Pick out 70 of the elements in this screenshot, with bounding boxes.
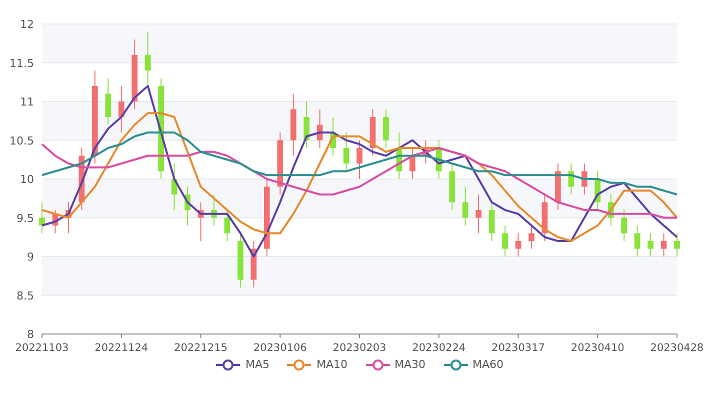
candlestick xyxy=(224,210,230,242)
candlestick xyxy=(621,210,627,242)
legend-label[interactable]: MA30 xyxy=(394,358,426,371)
legend-line-icon[interactable] xyxy=(366,358,390,370)
candlestick xyxy=(304,101,310,148)
candlestick xyxy=(211,194,217,226)
legend-line-icon[interactable] xyxy=(444,358,468,370)
candlestick xyxy=(118,86,124,133)
candlestick xyxy=(171,163,178,210)
legend-label[interactable]: MA60 xyxy=(472,358,504,371)
axis-tick-label: 11 xyxy=(20,96,34,108)
candlestick xyxy=(132,39,138,110)
axis-tick-label: 20230428 xyxy=(650,342,704,352)
axis-tick-label: 11.5 xyxy=(10,56,34,70)
candlestick xyxy=(674,232,680,257)
axis-tick-label: 12 xyxy=(20,18,34,31)
axis-tick-label: 8 xyxy=(27,328,34,341)
candlestick xyxy=(660,232,667,257)
candlestick xyxy=(648,232,654,257)
axis-tick-label: 20221215 xyxy=(174,342,228,352)
candlestick xyxy=(198,202,204,242)
candlestick xyxy=(250,240,257,288)
legend-line-icon[interactable] xyxy=(216,358,240,370)
candlestick xyxy=(277,132,284,195)
candlestick xyxy=(515,232,522,257)
candlestick xyxy=(383,108,389,148)
axis-tick-label: 20230224 xyxy=(412,342,466,352)
candlestick xyxy=(52,210,58,234)
axis-tick-label: 8.5 xyxy=(16,289,34,302)
candlestick xyxy=(476,194,482,234)
axis-tick-label: 20221124 xyxy=(94,342,148,352)
candlestick xyxy=(488,202,495,242)
axis-tick-label: 20230203 xyxy=(332,342,386,352)
candlestick xyxy=(634,225,640,257)
candlestick xyxy=(568,163,574,195)
candlestick xyxy=(330,116,336,156)
axis-tick-label: 20230317 xyxy=(492,342,545,352)
candlestick xyxy=(581,163,588,195)
candlestick xyxy=(528,225,534,250)
candlestick xyxy=(238,232,244,288)
candlestick xyxy=(608,194,614,226)
candlestick xyxy=(66,202,72,234)
candlestick xyxy=(422,140,429,164)
candlestick xyxy=(184,186,190,226)
candlestick xyxy=(39,202,45,234)
candlestick xyxy=(343,132,350,172)
candlestick xyxy=(555,163,561,210)
axis-tick-label: 20230410 xyxy=(570,342,624,352)
candlestick xyxy=(502,225,508,257)
candlestick xyxy=(436,140,442,180)
candlestick xyxy=(290,93,296,156)
axis-tick-label: 10 xyxy=(20,173,34,186)
candlestick xyxy=(542,194,548,242)
axis-tick-label: 9 xyxy=(27,250,34,264)
candlestick xyxy=(356,140,362,180)
candlestick xyxy=(462,186,468,226)
candlestick xyxy=(449,163,456,210)
axis-tick-label: 20221103 xyxy=(15,342,69,352)
candlestick xyxy=(105,78,112,126)
candlestick xyxy=(594,170,601,210)
axis-tick-label: 20230106 xyxy=(253,342,307,352)
candlestick xyxy=(144,31,151,86)
candlestick xyxy=(410,148,416,180)
axis-tick-label: 9.5 xyxy=(16,212,34,225)
legend-label[interactable]: MA10 xyxy=(316,358,348,371)
candlestick xyxy=(370,108,376,156)
legend-label[interactable]: MA5 xyxy=(245,358,270,371)
candlestick xyxy=(78,148,85,210)
axis-tick-label: 10.5 xyxy=(10,134,34,148)
candlestick xyxy=(316,108,323,148)
